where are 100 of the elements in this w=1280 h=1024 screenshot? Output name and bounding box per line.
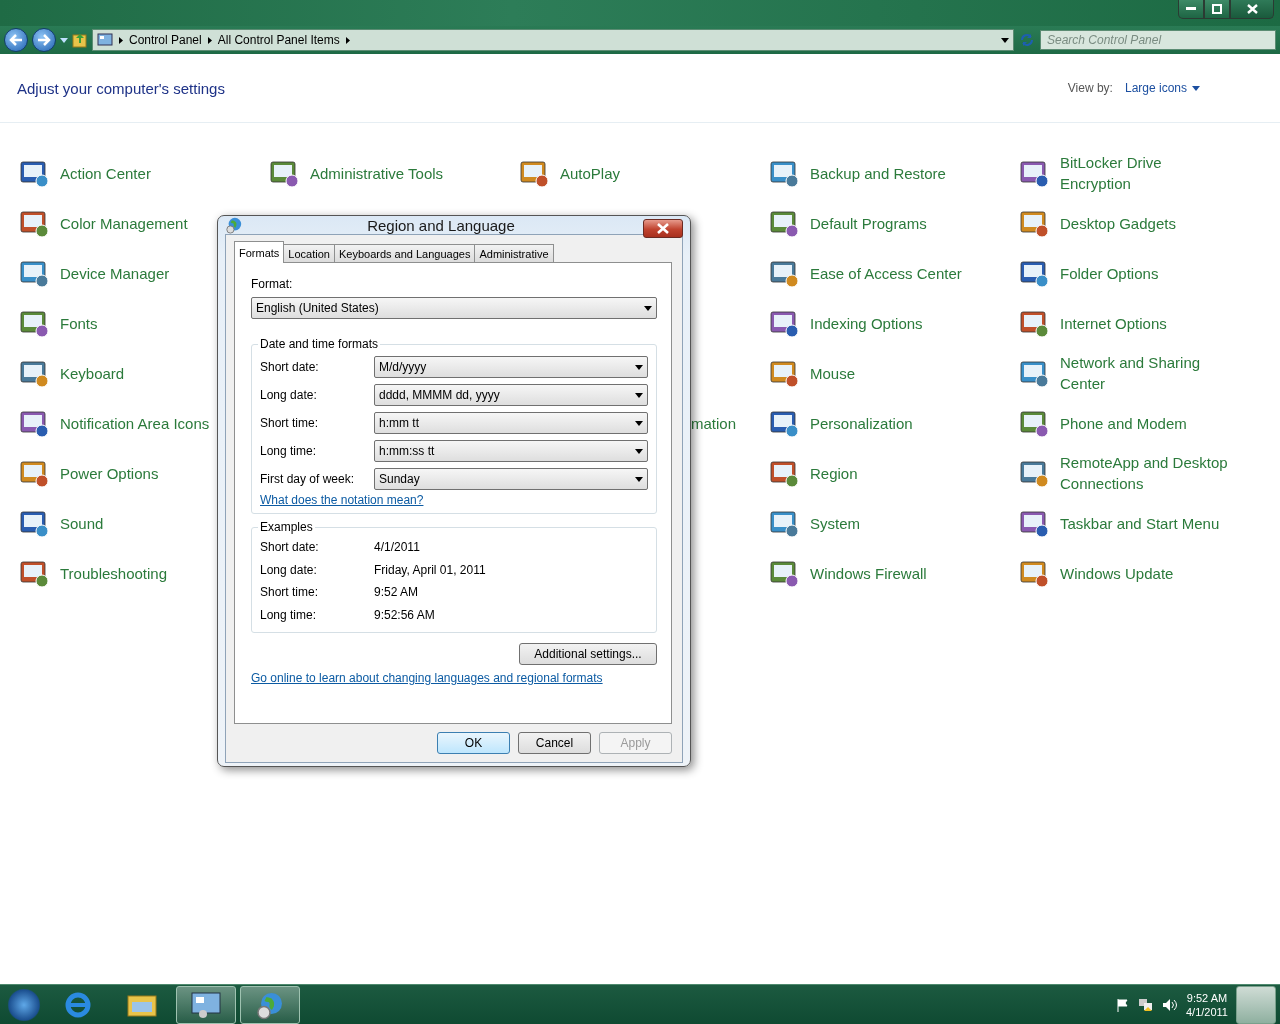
taskbar-button[interactable] bbox=[240, 985, 300, 1024]
field-label: First day of week: bbox=[260, 472, 356, 486]
show-desktop-button[interactable] bbox=[1236, 985, 1276, 1024]
control-panel-icon bbox=[191, 991, 221, 1018]
dialog-close-button[interactable] bbox=[643, 219, 683, 238]
example-value: Friday, April 01, 2011 bbox=[374, 562, 486, 577]
applet-link[interactable]: BitLocker Drive Encryption bbox=[1060, 152, 1235, 194]
back-button[interactable] bbox=[4, 28, 28, 52]
caret-icon bbox=[1192, 85, 1200, 91]
dropdown-arrow-icon bbox=[635, 448, 643, 454]
volume-icon[interactable] bbox=[1162, 997, 1178, 1012]
format-dropdown[interactable]: Sunday bbox=[374, 468, 648, 490]
applet-link[interactable]: Power Options bbox=[60, 462, 159, 484]
format-dropdown[interactable]: h:mm:ss tt bbox=[374, 440, 648, 462]
network-icon[interactable] bbox=[1138, 997, 1154, 1012]
dialog-button[interactable]: Cancel bbox=[518, 732, 591, 754]
applet-link[interactable]: Troubleshooting bbox=[60, 562, 167, 584]
page-title: Adjust your computer's settings bbox=[17, 79, 225, 97]
breadcrumb-arrow-icon bbox=[345, 36, 350, 44]
taskbar-button[interactable] bbox=[176, 985, 236, 1024]
applet-link[interactable]: System bbox=[810, 512, 860, 534]
format-dropdown[interactable]: dddd, MMMM dd, yyyy bbox=[374, 384, 648, 406]
group-title: Date and time formats bbox=[259, 337, 380, 351]
field-label: Long date: bbox=[260, 388, 318, 402]
dialog-title: Region and Language bbox=[366, 216, 516, 234]
field-label: Short time: bbox=[260, 416, 320, 430]
example-value: 4/1/2011 bbox=[374, 540, 420, 555]
breadcrumb-arrow-icon bbox=[207, 36, 212, 44]
applet-link[interactable]: Device Manager bbox=[60, 262, 170, 284]
applet-link[interactable]: Internet Options bbox=[1060, 312, 1167, 334]
search-field[interactable]: Search Control Panel bbox=[1040, 30, 1276, 50]
back-arrow-icon bbox=[9, 34, 23, 46]
example-value: 9:52:56 AM bbox=[374, 607, 435, 622]
breadcrumb-arrow-icon bbox=[119, 36, 123, 44]
dropdown-arrow-icon bbox=[635, 392, 643, 398]
applet-link[interactable]: Indexing Options bbox=[810, 312, 923, 334]
applet-link[interactable]: Keyboard bbox=[60, 362, 125, 384]
clock-time[interactable]: 9:52 AM bbox=[1186, 990, 1228, 1005]
close-icon bbox=[657, 223, 669, 234]
applet-link[interactable]: Action Center bbox=[60, 162, 151, 184]
applet-link[interactable]: Color Management bbox=[60, 212, 188, 234]
dialog-tab[interactable]: Keyboards and Languages bbox=[333, 244, 476, 263]
dropdown-arrow-icon bbox=[635, 420, 643, 426]
applet-link[interactable]: Personalization bbox=[810, 412, 913, 434]
minimize-button[interactable] bbox=[1178, 0, 1204, 19]
address-dropdown-icon bbox=[1001, 37, 1009, 43]
applet-link[interactable]: Network and Sharing Center bbox=[1060, 352, 1235, 394]
minimize-icon bbox=[1186, 7, 1196, 11]
control-panel-icon bbox=[97, 33, 113, 47]
globe-clock-icon bbox=[225, 216, 243, 234]
format-label: Format: bbox=[251, 277, 294, 291]
applet-link[interactable]: Ease of Access Center bbox=[810, 262, 962, 284]
up-folder-icon[interactable] bbox=[72, 32, 88, 48]
applet-link[interactable]: Desktop Gadgets bbox=[1060, 212, 1176, 234]
applet-link[interactable]: Fonts bbox=[60, 312, 98, 334]
dialog-tab[interactable]: Formats bbox=[234, 241, 285, 263]
applet-link[interactable]: Default Programs bbox=[810, 212, 927, 234]
forward-button[interactable] bbox=[32, 28, 56, 52]
example-label: Short time: bbox=[260, 585, 320, 600]
format-dropdown[interactable]: English (United States) bbox=[251, 297, 657, 319]
breadcrumb-item[interactable]: All Control Panel Items bbox=[217, 33, 340, 47]
applet-link[interactable]: Notification Area Icons bbox=[60, 412, 210, 434]
close-button[interactable] bbox=[1230, 0, 1274, 19]
format-dropdown[interactable]: M/d/yyyy bbox=[374, 356, 648, 378]
view-by-dropdown[interactable]: Large icons bbox=[1124, 81, 1200, 95]
clock-date[interactable]: 4/1/2011 bbox=[1186, 1004, 1228, 1019]
applet-link[interactable]: AutoPlay bbox=[560, 162, 621, 184]
address-field[interactable]: Control Panel All Control Panel Items bbox=[92, 29, 1014, 51]
dialog-tab[interactable]: Administrative bbox=[474, 244, 554, 263]
additional-settings-button[interactable]: Additional settings... bbox=[519, 643, 657, 665]
group-title: Examples bbox=[259, 520, 314, 534]
applet-link[interactable]: Folder Options bbox=[1060, 262, 1159, 284]
breadcrumb-item[interactable]: Control Panel bbox=[129, 33, 202, 47]
view-by-label: View by: bbox=[1067, 81, 1113, 95]
example-label: Long time: bbox=[260, 607, 318, 622]
applet-link[interactable]: Windows Firewall bbox=[810, 562, 927, 584]
dialog-tab[interactable]: Location bbox=[283, 244, 335, 263]
applet-link[interactable]: Sound bbox=[60, 512, 104, 534]
maximize-icon bbox=[1212, 4, 1222, 14]
notation-link[interactable]: What does the notation mean? bbox=[260, 493, 424, 507]
applet-link[interactable]: Region bbox=[810, 462, 858, 484]
dialog-button[interactable]: OK bbox=[437, 732, 510, 754]
applet-link[interactable]: Phone and Modem bbox=[1060, 412, 1187, 434]
dropdown-arrow-icon bbox=[644, 305, 652, 311]
history-caret-icon bbox=[60, 37, 68, 43]
applet-link[interactable]: Administrative Tools bbox=[310, 162, 444, 184]
maximize-button[interactable] bbox=[1204, 0, 1230, 19]
dropdown-arrow-icon bbox=[635, 476, 643, 482]
example-label: Short date: bbox=[260, 540, 320, 555]
applet-link[interactable]: Windows Update bbox=[1060, 562, 1174, 584]
applet-link[interactable]: RemoteApp and Desktop Connections bbox=[1060, 452, 1235, 494]
applet-link[interactable]: Backup and Restore bbox=[810, 162, 946, 184]
flag-icon[interactable] bbox=[1116, 997, 1130, 1012]
field-label: Long time: bbox=[260, 444, 318, 458]
applet-link[interactable]: Taskbar and Start Menu bbox=[1060, 512, 1220, 534]
format-dropdown[interactable]: h:mm tt bbox=[374, 412, 648, 434]
applet-link[interactable]: mation bbox=[690, 414, 736, 432]
applet-link[interactable]: Mouse bbox=[810, 362, 856, 384]
online-help-link[interactable]: Go online to learn about changing languages and regional formats bbox=[251, 671, 603, 685]
example-value: 9:52 AM bbox=[374, 585, 419, 600]
